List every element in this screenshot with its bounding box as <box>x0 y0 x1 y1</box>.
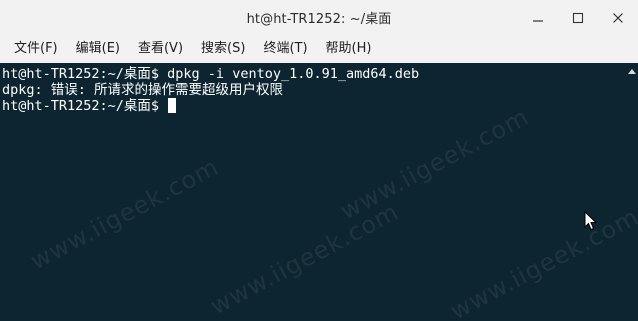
scroll-up-arrow-icon[interactable] <box>628 69 636 74</box>
menu-search[interactable]: 搜索(S) <box>193 37 253 61</box>
terminal-prompt-line: ht@ht-TR1252:~/桌面$ <box>2 98 625 114</box>
close-icon <box>613 12 623 23</box>
menu-view[interactable]: 查看(V) <box>130 37 191 61</box>
terminal-scrollbar[interactable] <box>625 63 638 321</box>
window-title: ht@ht-TR1252: ~/桌面 <box>246 12 392 27</box>
terminal-window: ht@ht-TR1252: ~/桌面 文件(F) 编辑(E) 查看(V) 搜索(… <box>0 0 638 321</box>
minimize-button[interactable] <box>523 3 553 33</box>
maximize-icon <box>572 12 584 23</box>
terminal-prompt: ht@ht-TR1252:~/桌面$ <box>2 98 168 114</box>
menu-help[interactable]: 帮助(H) <box>318 37 380 61</box>
mouse-pointer-icon <box>584 211 598 231</box>
menu-file[interactable]: 文件(F) <box>6 37 66 61</box>
title-bar[interactable]: ht@ht-TR1252: ~/桌面 <box>0 0 638 35</box>
menu-edit[interactable]: 编辑(E) <box>68 37 128 61</box>
terminal-error-line: dpkg: 错误: 所请求的操作需要超级用户权限 <box>2 82 284 98</box>
close-button[interactable] <box>603 3 633 33</box>
maximize-button[interactable] <box>563 3 593 33</box>
terminal-command-line: ht@ht-TR1252:~/桌面$ dpkg -i ventoy_1.0.91… <box>2 66 420 82</box>
text-cursor <box>168 98 177 113</box>
menu-terminal[interactable]: 终端(T) <box>255 37 315 61</box>
menu-bar: 文件(F) 编辑(E) 查看(V) 搜索(S) 终端(T) 帮助(H) <box>0 35 638 63</box>
window-controls <box>518 0 638 35</box>
minimize-icon <box>533 19 543 22</box>
terminal-output[interactable]: ht@ht-TR1252:~/桌面$ dpkg -i ventoy_1.0.91… <box>0 63 625 321</box>
